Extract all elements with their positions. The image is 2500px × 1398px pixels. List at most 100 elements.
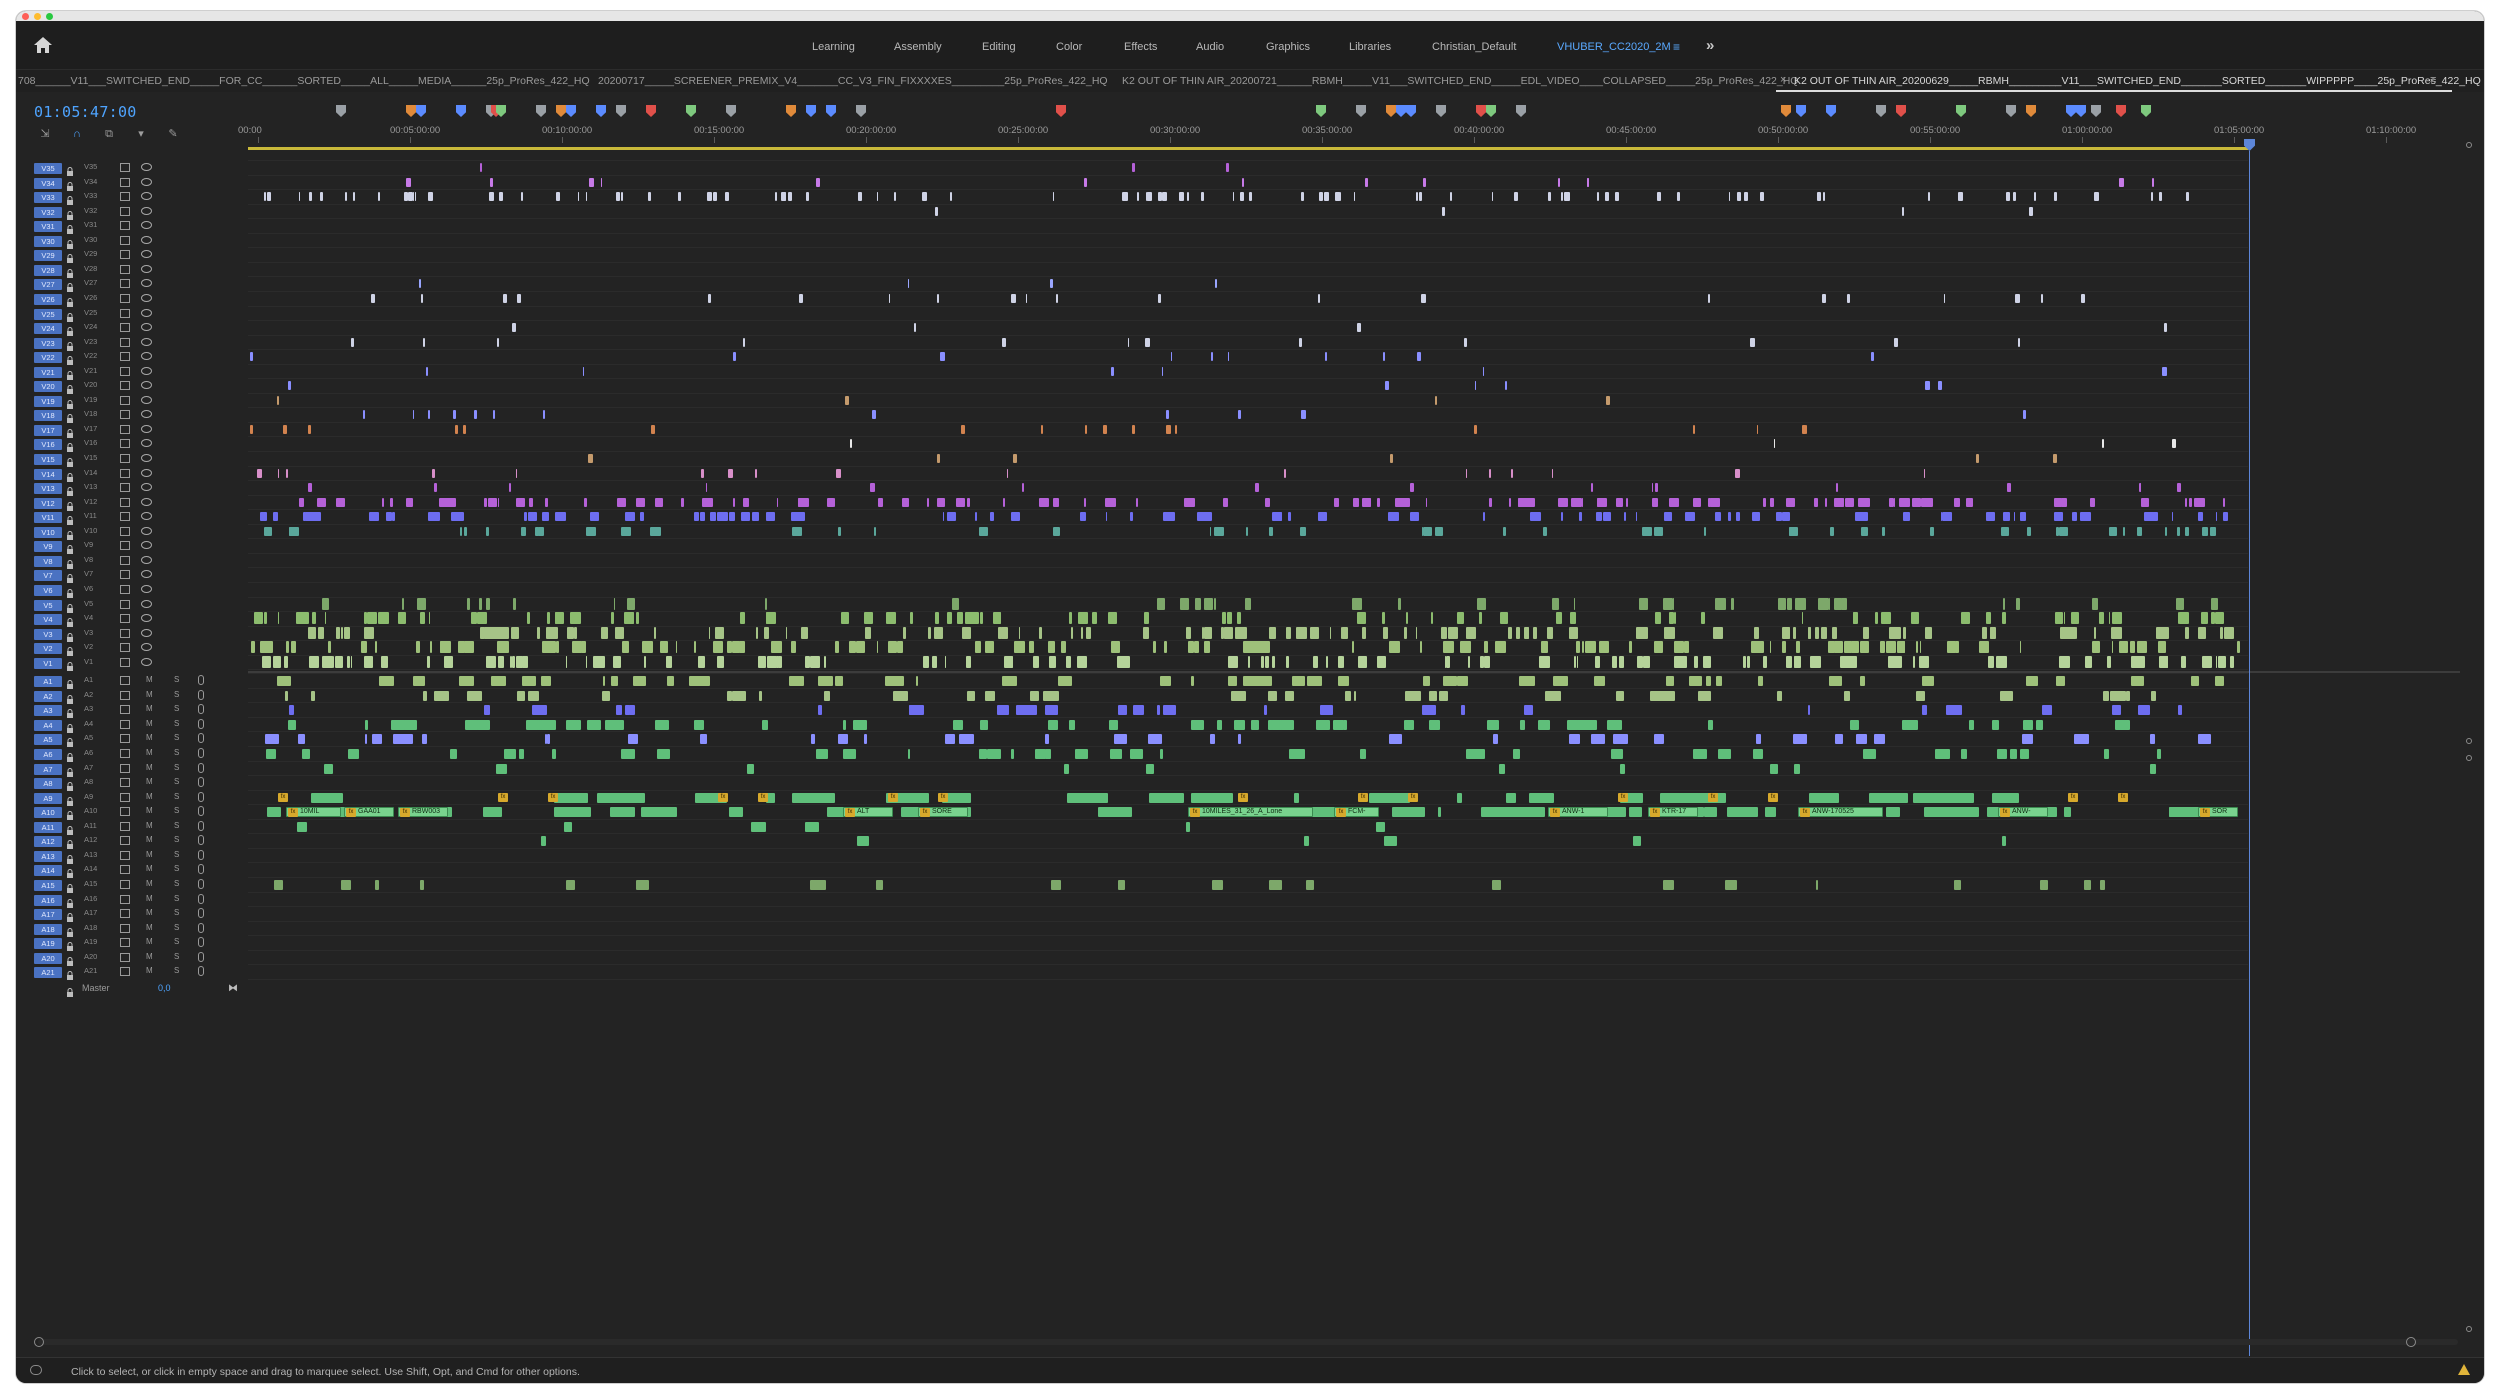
video-clip[interactable]	[2106, 655, 2111, 668]
video-clip[interactable]	[1943, 293, 1945, 303]
toggle-sync-lock-icon[interactable]	[120, 792, 130, 802]
video-clip[interactable]	[542, 410, 546, 420]
video-clip[interactable]	[946, 512, 957, 522]
audio-clip[interactable]	[1491, 879, 1501, 890]
video-clip[interactable]	[1477, 597, 1486, 610]
video-clip[interactable]	[415, 641, 420, 654]
video-clip[interactable]	[1209, 526, 1211, 536]
video-clip[interactable]	[2210, 612, 2216, 625]
video-clip[interactable]	[1795, 597, 1806, 610]
video-clip[interactable]	[403, 192, 409, 202]
video-clip[interactable]	[1286, 655, 1290, 668]
audio-clip[interactable]	[1428, 690, 1438, 701]
video-clip[interactable]	[1852, 612, 1858, 625]
eye-icon[interactable]	[141, 628, 152, 637]
video-clip[interactable]	[778, 655, 783, 668]
audio-clip[interactable]	[1209, 734, 1216, 745]
audio-clip[interactable]	[1438, 690, 1449, 701]
audio-clip[interactable]	[823, 690, 830, 701]
video-clip[interactable]	[913, 323, 917, 333]
audio-clip[interactable]	[1837, 676, 1843, 687]
track-target-toggle[interactable]: A2	[34, 690, 62, 702]
audio-clip[interactable]	[392, 734, 403, 745]
video-clip[interactable]	[1513, 192, 1519, 202]
lock-icon[interactable]	[66, 967, 74, 981]
track-target-toggle[interactable]: A19	[34, 938, 62, 950]
video-clip[interactable]	[573, 626, 577, 639]
sequence-marker[interactable]	[2076, 105, 2086, 117]
voice-over-record-icon[interactable]	[198, 908, 204, 919]
video-clip[interactable]	[600, 626, 608, 639]
audio-clip[interactable]	[1211, 792, 1233, 803]
video-clip[interactable]	[708, 626, 710, 639]
video-clip[interactable]	[520, 192, 523, 202]
video-clip[interactable]	[810, 655, 820, 668]
close-window-button[interactable]	[22, 13, 29, 20]
video-clip[interactable]	[852, 641, 857, 654]
audio-clip[interactable]	[1156, 705, 1160, 716]
solo-button[interactable]: S	[174, 966, 179, 975]
toggle-sync-lock-icon[interactable]	[120, 468, 130, 478]
video-clip[interactable]	[621, 526, 631, 536]
video-clip[interactable]	[529, 497, 533, 507]
video-clip[interactable]	[1053, 526, 1060, 536]
video-clip[interactable]	[1318, 293, 1321, 303]
audio-clip[interactable]	[2010, 749, 2017, 759]
video-clip[interactable]	[942, 512, 944, 522]
video-clip[interactable]	[874, 526, 876, 536]
track-target-toggle[interactable]: V21	[34, 366, 62, 378]
eye-icon[interactable]	[141, 192, 152, 201]
audio-clip[interactable]	[1470, 749, 1485, 759]
video-clip[interactable]	[2053, 512, 2063, 522]
audio-clip[interactable]	[1191, 719, 1205, 730]
audio-clip[interactable]	[491, 676, 506, 687]
mute-button[interactable]: M	[146, 879, 153, 888]
labeled-audio-clip[interactable]: fx ANW-	[1998, 807, 2048, 818]
sequence-marker[interactable]	[1796, 105, 1806, 117]
audio-clip[interactable]	[731, 690, 747, 701]
track-target-toggle[interactable]: A14	[34, 865, 62, 877]
solo-button[interactable]: S	[174, 792, 179, 801]
video-clip[interactable]	[1976, 454, 1979, 463]
video-clip[interactable]	[516, 293, 521, 303]
toggle-sync-lock-icon[interactable]	[120, 584, 130, 594]
mute-button[interactable]: M	[146, 763, 153, 772]
audio-clip[interactable]	[835, 676, 844, 687]
video-clip[interactable]	[2071, 612, 2080, 625]
video-clip[interactable]	[2056, 526, 2060, 536]
audio-clip[interactable]	[1591, 734, 1605, 745]
video-clip[interactable]	[2140, 497, 2150, 507]
audio-clip[interactable]	[1769, 763, 1778, 774]
video-clip[interactable]	[344, 626, 350, 639]
video-clip[interactable]	[573, 641, 576, 654]
audio-clip[interactable]	[689, 676, 699, 687]
video-clip[interactable]	[250, 352, 254, 362]
voice-over-record-icon[interactable]	[198, 675, 204, 686]
video-clip[interactable]	[806, 497, 808, 507]
video-clip[interactable]	[1652, 483, 1654, 493]
video-clip[interactable]	[1999, 655, 2008, 668]
audio-clip[interactable]	[541, 676, 551, 687]
video-clip[interactable]	[1847, 293, 1850, 303]
track-target-toggle[interactable]: V27	[34, 279, 62, 291]
audio-clip[interactable]	[1954, 879, 1961, 890]
video-clip[interactable]	[1814, 626, 1820, 639]
audio-clip[interactable]	[1110, 749, 1122, 759]
video-clip[interactable]	[826, 497, 834, 507]
video-clip[interactable]	[1606, 395, 1611, 405]
video-clip[interactable]	[1214, 279, 1217, 289]
video-clip[interactable]	[2236, 641, 2240, 654]
video-clip[interactable]	[565, 655, 568, 668]
video-clip[interactable]	[1213, 597, 1216, 610]
work-area-bar[interactable]	[248, 147, 2248, 150]
video-clip[interactable]	[320, 192, 323, 202]
video-clip[interactable]	[1103, 424, 1108, 434]
audio-clip[interactable]	[820, 879, 824, 890]
video-clip[interactable]	[336, 626, 341, 639]
video-clip[interactable]	[285, 641, 289, 654]
audio-clip[interactable]	[1505, 792, 1516, 803]
video-clip[interactable]	[1899, 497, 1910, 507]
video-clip[interactable]	[1958, 192, 1964, 202]
voice-over-record-icon[interactable]	[198, 791, 204, 802]
video-clip[interactable]	[757, 655, 766, 668]
